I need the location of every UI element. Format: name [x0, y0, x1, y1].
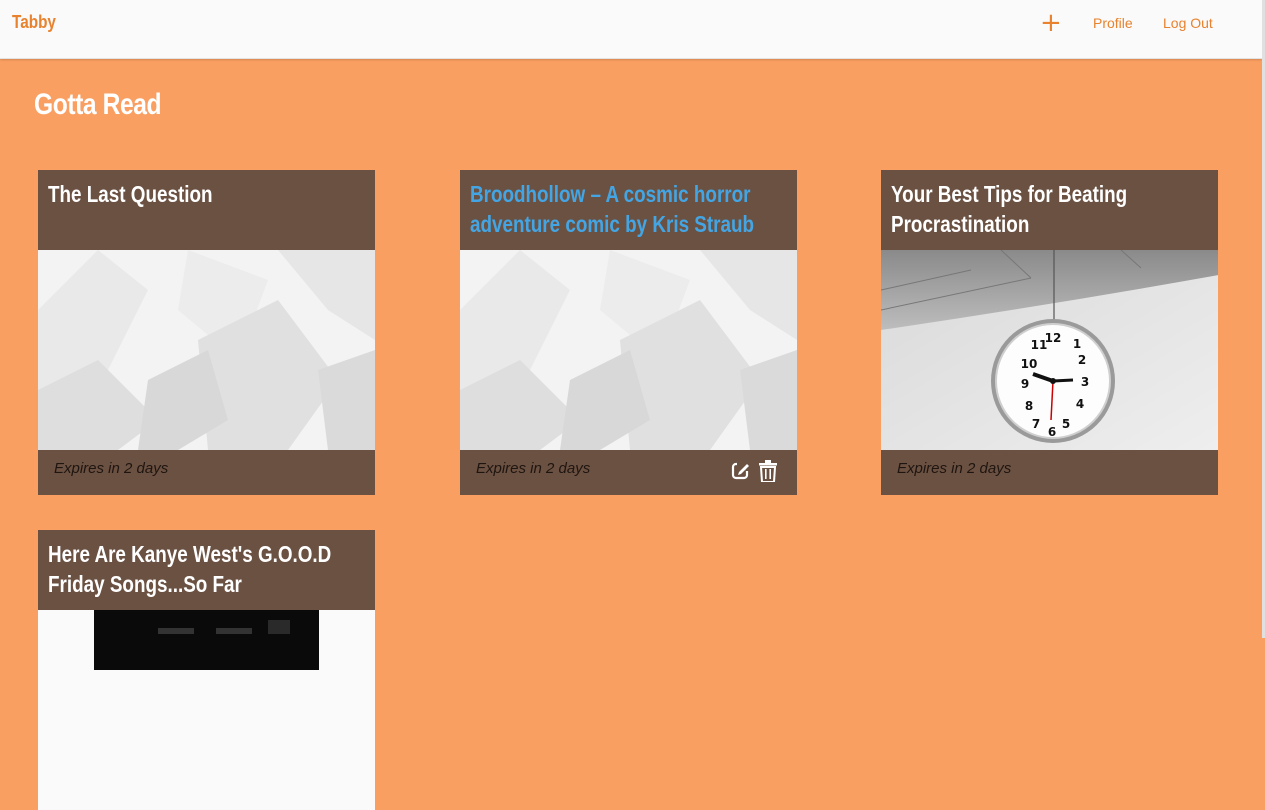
- brand-logo[interactable]: Tabby: [12, 12, 56, 33]
- clock-image: 12 1 2 3 4 5 6 7 8 9 10 11: [881, 250, 1218, 450]
- expiry-text: Expires in 2 days: [897, 460, 1012, 477]
- card-thumbnail[interactable]: [38, 250, 375, 450]
- svg-text:4: 4: [1076, 397, 1084, 411]
- card-thumbnail[interactable]: 12 1 2 3 4 5 6 7 8 9 10 11: [881, 250, 1218, 450]
- trash-icon[interactable]: [759, 460, 777, 482]
- svg-text:9: 9: [1021, 377, 1029, 391]
- card-footer: Expires in 2 days: [38, 450, 375, 495]
- placeholder-image: [38, 250, 375, 450]
- card-title-link[interactable]: Here Are Kanye West's G.O.O.D Friday Son…: [48, 539, 365, 599]
- card-header: Broodhollow – A cosmic horror adventure …: [460, 170, 797, 250]
- placeholder-image: [460, 250, 797, 450]
- expiry-text: Expires in 2 days: [476, 460, 591, 477]
- card-title-link[interactable]: Your Best Tips for Beating Procrastinati…: [891, 179, 1208, 239]
- svg-text:1: 1: [1073, 337, 1081, 351]
- card-footer: Expires in 2 days: [881, 450, 1218, 495]
- svg-text:11: 11: [1031, 338, 1048, 352]
- edit-icon[interactable]: [731, 460, 751, 480]
- card-header: The Last Question: [38, 170, 375, 250]
- add-tab-button[interactable]: +: [1040, 8, 1062, 38]
- svg-text:8: 8: [1025, 399, 1033, 413]
- svg-text:3: 3: [1081, 375, 1089, 389]
- expiry-text: Expires in 2 days: [54, 460, 169, 477]
- tab-card: Broodhollow – A cosmic horror adventure …: [460, 170, 797, 495]
- card-footer: Expires in 2 days: [460, 450, 797, 495]
- logout-link[interactable]: Log Out: [1163, 15, 1213, 31]
- card-title-link[interactable]: Broodhollow – A cosmic horror adventure …: [470, 179, 787, 239]
- album-cover-image: [94, 610, 319, 670]
- svg-text:6: 6: [1048, 425, 1056, 439]
- profile-link[interactable]: Profile: [1093, 15, 1133, 31]
- svg-text:7: 7: [1032, 417, 1040, 431]
- navbar: Tabby + Profile Log Out: [0, 0, 1262, 59]
- card-thumbnail[interactable]: [38, 610, 375, 810]
- tab-card: Here Are Kanye West's G.O.O.D Friday Son…: [38, 530, 375, 810]
- card-thumbnail[interactable]: [460, 250, 797, 450]
- page-title: Gotta Read: [34, 88, 162, 121]
- card-title-link[interactable]: The Last Question: [48, 179, 365, 209]
- card-header: Your Best Tips for Beating Procrastinati…: [881, 170, 1218, 250]
- tab-card: The Last Question Expires in 2 days: [38, 170, 375, 495]
- svg-text:5: 5: [1062, 417, 1070, 431]
- svg-text:10: 10: [1021, 357, 1038, 371]
- svg-text:2: 2: [1078, 353, 1086, 367]
- tab-card: Your Best Tips for Beating Procrastinati…: [881, 170, 1218, 495]
- card-actions: [731, 460, 777, 482]
- card-header: Here Are Kanye West's G.O.O.D Friday Son…: [38, 530, 375, 610]
